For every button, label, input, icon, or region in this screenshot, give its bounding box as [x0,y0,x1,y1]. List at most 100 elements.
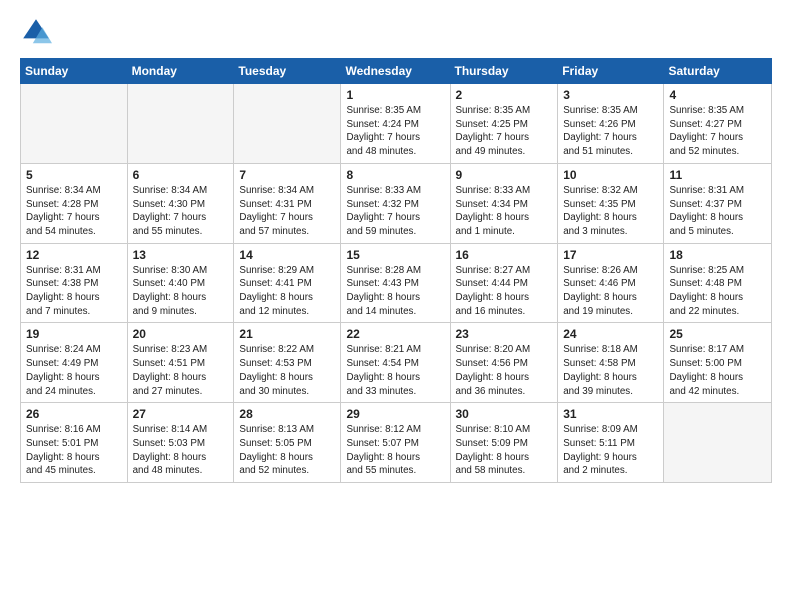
calendar-cell: 19Sunrise: 8:24 AM Sunset: 4:49 PM Dayli… [21,323,128,403]
calendar-cell: 6Sunrise: 8:34 AM Sunset: 4:30 PM Daylig… [127,163,234,243]
day-content: Sunrise: 8:34 AM Sunset: 4:28 PM Dayligh… [26,184,122,239]
calendar-cell: 9 Sunrise: 8:33 AM Sunset: 4:34 PM Daylig… [450,163,558,243]
day-number: 20 [133,327,229,341]
calendar-cell: 27 Sunrise: 8:14 AM Sunset: 5:03 PM Dayli… [127,403,234,483]
calendar-cell: 5 Sunrise: 8:34 AM Sunset: 4:28 PM Daylig… [21,163,128,243]
weekday-header: Friday [558,59,664,84]
day-number: 30 [456,407,553,421]
day-content: Sunrise: 8:20 AM Sunset: 4:56 PM Dayligh… [456,343,553,398]
day-number: 23 [456,327,553,341]
calendar: SundayMondayTuesdayWednesdayThursdayFrid… [20,58,772,483]
header [20,16,772,48]
day-number: 8 [346,168,444,182]
day-content: Sunrise: 8:27 AM Sunset: 4:44 PM Dayligh… [456,264,553,319]
weekday-header: Tuesday [234,59,341,84]
day-content: Sunrise: 8:17 AM Sunset: 5:00 PM Dayligh… [669,343,766,398]
day-content: Sunrise: 8:34 AM Sunset: 4:31 PM Dayligh… [239,184,335,239]
weekday-header: Saturday [664,59,772,84]
day-number: 5 [26,168,122,182]
weekday-header: Sunday [21,59,128,84]
calendar-week-row: 12 Sunrise: 8:31 AM Sunset: 4:38 PM Dayli… [21,243,772,323]
day-number: 17 [563,248,658,262]
day-content: Sunrise: 8:14 AM Sunset: 5:03 PM Dayligh… [133,423,229,478]
day-number: 12 [26,248,122,262]
weekday-header: Thursday [450,59,558,84]
day-number: 31 [563,407,658,421]
calendar-cell: 7 Sunrise: 8:34 AM Sunset: 4:31 PM Daylig… [234,163,341,243]
day-content: Sunrise: 8:32 AM Sunset: 4:35 PM Dayligh… [563,184,658,239]
day-content: Sunrise: 8:18 AM Sunset: 4:58 PM Dayligh… [563,343,658,398]
calendar-cell [234,84,341,164]
day-content: Sunrise: 8:21 AM Sunset: 4:54 PM Dayligh… [346,343,444,398]
calendar-cell: 29Sunrise: 8:12 AM Sunset: 5:07 PM Dayli… [341,403,450,483]
day-number: 11 [669,168,766,182]
calendar-cell [21,84,128,164]
day-content: Sunrise: 8:22 AM Sunset: 4:53 PM Dayligh… [239,343,335,398]
calendar-cell: 18 Sunrise: 8:25 AM Sunset: 4:48 PM Dayli… [664,243,772,323]
day-number: 24 [563,327,658,341]
weekday-header-row: SundayMondayTuesdayWednesdayThursdayFrid… [21,59,772,84]
day-number: 16 [456,248,553,262]
day-number: 10 [563,168,658,182]
day-content: Sunrise: 8:13 AM Sunset: 5:05 PM Dayligh… [239,423,335,478]
page: SundayMondayTuesdayWednesdayThursdayFrid… [0,0,792,612]
day-number: 3 [563,88,658,102]
day-number: 28 [239,407,335,421]
calendar-week-row: 1 Sunrise: 8:35 AM Sunset: 4:24 PM Daylig… [21,84,772,164]
calendar-week-row: 19Sunrise: 8:24 AM Sunset: 4:49 PM Dayli… [21,323,772,403]
day-number: 14 [239,248,335,262]
calendar-cell: 4Sunrise: 8:35 AM Sunset: 4:27 PM Daylig… [664,84,772,164]
day-content: Sunrise: 8:35 AM Sunset: 4:25 PM Dayligh… [456,104,553,159]
day-content: Sunrise: 8:33 AM Sunset: 4:32 PM Dayligh… [346,184,444,239]
logo-icon [20,16,52,48]
day-content: Sunrise: 8:28 AM Sunset: 4:43 PM Dayligh… [346,264,444,319]
calendar-cell: 3Sunrise: 8:35 AM Sunset: 4:26 PM Daylig… [558,84,664,164]
logo [20,16,56,48]
calendar-cell: 23 Sunrise: 8:20 AM Sunset: 4:56 PM Dayli… [450,323,558,403]
day-number: 26 [26,407,122,421]
day-content: Sunrise: 8:35 AM Sunset: 4:24 PM Dayligh… [346,104,444,159]
day-number: 7 [239,168,335,182]
day-content: Sunrise: 8:35 AM Sunset: 4:27 PM Dayligh… [669,104,766,159]
calendar-cell: 17Sunrise: 8:26 AM Sunset: 4:46 PM Dayli… [558,243,664,323]
day-content: Sunrise: 8:25 AM Sunset: 4:48 PM Dayligh… [669,264,766,319]
day-content: Sunrise: 8:24 AM Sunset: 4:49 PM Dayligh… [26,343,122,398]
day-content: Sunrise: 8:10 AM Sunset: 5:09 PM Dayligh… [456,423,553,478]
calendar-cell: 14 Sunrise: 8:29 AM Sunset: 4:41 PM Dayli… [234,243,341,323]
day-content: Sunrise: 8:23 AM Sunset: 4:51 PM Dayligh… [133,343,229,398]
day-content: Sunrise: 8:30 AM Sunset: 4:40 PM Dayligh… [133,264,229,319]
day-content: Sunrise: 8:33 AM Sunset: 4:34 PM Dayligh… [456,184,553,239]
day-number: 18 [669,248,766,262]
calendar-cell: 26 Sunrise: 8:16 AM Sunset: 5:01 PM Dayli… [21,403,128,483]
calendar-cell: 16 Sunrise: 8:27 AM Sunset: 4:44 PM Dayli… [450,243,558,323]
calendar-cell [127,84,234,164]
calendar-week-row: 26 Sunrise: 8:16 AM Sunset: 5:01 PM Dayli… [21,403,772,483]
day-content: Sunrise: 8:12 AM Sunset: 5:07 PM Dayligh… [346,423,444,478]
calendar-cell: 1 Sunrise: 8:35 AM Sunset: 4:24 PM Daylig… [341,84,450,164]
day-content: Sunrise: 8:34 AM Sunset: 4:30 PM Dayligh… [133,184,229,239]
calendar-cell: 28 Sunrise: 8:13 AM Sunset: 5:05 PM Dayli… [234,403,341,483]
calendar-cell: 24 Sunrise: 8:18 AM Sunset: 4:58 PM Dayli… [558,323,664,403]
day-number: 13 [133,248,229,262]
day-number: 9 [456,168,553,182]
calendar-cell: 11Sunrise: 8:31 AM Sunset: 4:37 PM Dayli… [664,163,772,243]
day-number: 2 [456,88,553,102]
calendar-week-row: 5 Sunrise: 8:34 AM Sunset: 4:28 PM Daylig… [21,163,772,243]
calendar-cell [664,403,772,483]
calendar-cell: 25 Sunrise: 8:17 AM Sunset: 5:00 PM Dayli… [664,323,772,403]
calendar-cell: 2 Sunrise: 8:35 AM Sunset: 4:25 PM Daylig… [450,84,558,164]
day-number: 25 [669,327,766,341]
day-number: 27 [133,407,229,421]
weekday-header: Wednesday [341,59,450,84]
day-number: 21 [239,327,335,341]
weekday-header: Monday [127,59,234,84]
calendar-cell: 31Sunrise: 8:09 AM Sunset: 5:11 PM Dayli… [558,403,664,483]
calendar-cell: 21 Sunrise: 8:22 AM Sunset: 4:53 PM Dayli… [234,323,341,403]
day-content: Sunrise: 8:16 AM Sunset: 5:01 PM Dayligh… [26,423,122,478]
calendar-cell: 30 Sunrise: 8:10 AM Sunset: 5:09 PM Dayli… [450,403,558,483]
day-number: 1 [346,88,444,102]
calendar-cell: 20 Sunrise: 8:23 AM Sunset: 4:51 PM Dayli… [127,323,234,403]
day-content: Sunrise: 8:29 AM Sunset: 4:41 PM Dayligh… [239,264,335,319]
calendar-cell: 15Sunrise: 8:28 AM Sunset: 4:43 PM Dayli… [341,243,450,323]
day-content: Sunrise: 8:31 AM Sunset: 4:38 PM Dayligh… [26,264,122,319]
